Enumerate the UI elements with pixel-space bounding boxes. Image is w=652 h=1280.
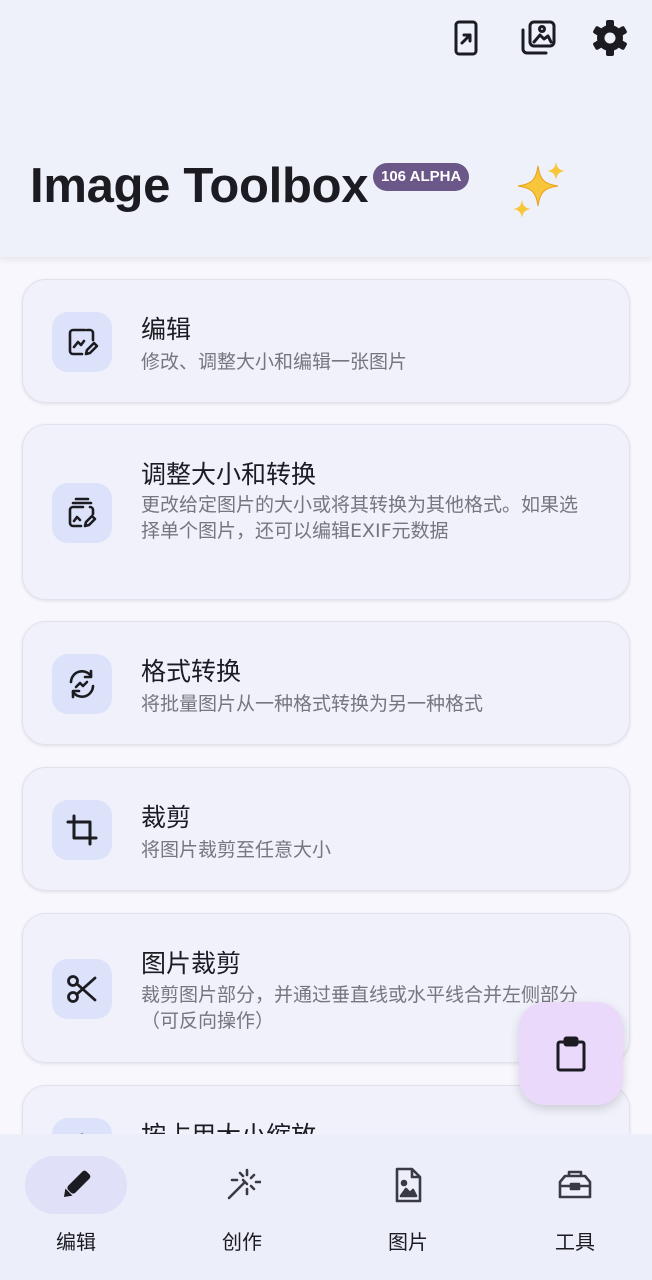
clipboard-icon: [556, 1036, 586, 1071]
nav-label: 创作: [222, 1230, 262, 1254]
tool-card-format-convert[interactable]: 格式转换 将批量图片从一种格式转换为另一种格式: [22, 621, 630, 745]
settings-button[interactable]: [586, 14, 634, 62]
bottom-navigation: 编辑 创作 图片 工具: [0, 1134, 652, 1280]
nav-indicator: [357, 1156, 459, 1214]
tool-card-crop[interactable]: 裁剪 将图片裁剪至任意大小: [22, 767, 630, 891]
image-file-icon: [395, 1167, 422, 1203]
nav-indicator: [25, 1156, 127, 1214]
tool-title: 图片裁剪: [141, 949, 242, 978]
version-badge: 106 ALPHA: [373, 163, 470, 191]
top-app-bar: Image Toolbox 106 ALPHA: [0, 0, 652, 257]
toolbox-icon: [558, 1170, 592, 1199]
tool-description: 更改给定图片的大小或将其转换为其他格式。如果选择单个图片，还可以编辑EXIF元数…: [141, 494, 579, 542]
tool-card-edit[interactable]: 编辑 修改、调整大小和编辑一张图片: [22, 279, 630, 403]
nav-indicator: [191, 1156, 293, 1214]
tool-icon-container: [52, 800, 112, 860]
convert-icon: [69, 669, 95, 699]
magic-wand-icon: [227, 1168, 261, 1200]
scissors-icon: [67, 975, 97, 1003]
gallery-button[interactable]: [514, 14, 562, 62]
tool-description: 将批量图片从一种格式转换为另一种格式: [141, 693, 484, 715]
tool-title: 格式转换: [141, 657, 242, 686]
nav-item-create[interactable]: 创作: [190, 1156, 300, 1266]
gallery-icon: [521, 20, 556, 55]
image-edit-icon: [68, 328, 99, 356]
tool-icon-container: [52, 483, 112, 543]
tool-icon-container: [52, 959, 112, 1019]
nav-label: 工具: [555, 1230, 595, 1254]
tool-title: 裁剪: [141, 803, 192, 832]
gear-icon: [593, 20, 627, 56]
tool-icon-container: [52, 654, 112, 714]
crop-icon: [66, 814, 98, 846]
tool-title: 编辑: [141, 315, 192, 344]
tool-title: 按占用大小缩放: [141, 1116, 316, 1134]
stack-edit-icon: [68, 497, 97, 528]
nav-label: 编辑: [56, 1230, 96, 1254]
app-title: Image Toolbox: [30, 159, 369, 213]
sparkles-icon[interactable]: [510, 160, 570, 220]
tool-description: 将图片裁剪至任意大小: [141, 839, 332, 861]
nav-indicator: [524, 1156, 626, 1214]
tool-title: 调整大小和转换: [141, 460, 317, 489]
tool-description: 修改、调整大小和编辑一张图片: [141, 351, 408, 373]
top-actions: [442, 14, 634, 62]
nav-item-images[interactable]: 图片: [356, 1156, 466, 1266]
tool-icon-container: [52, 312, 112, 372]
paste-clipboard-fab[interactable]: [519, 1002, 623, 1105]
nav-label: 图片: [388, 1230, 428, 1254]
nav-item-tools[interactable]: 工具: [523, 1156, 633, 1266]
share-screen-button[interactable]: [442, 14, 490, 62]
tool-card-resize-convert[interactable]: 调整大小和转换 更改给定图片的大小或将其转换为其他格式。如果选择单个图片，还可以…: [22, 424, 630, 600]
share-screen-icon: [454, 20, 478, 56]
pencil-icon: [63, 1170, 91, 1198]
tool-icon-container: [52, 1118, 112, 1134]
nav-item-edit[interactable]: 编辑: [24, 1156, 134, 1266]
